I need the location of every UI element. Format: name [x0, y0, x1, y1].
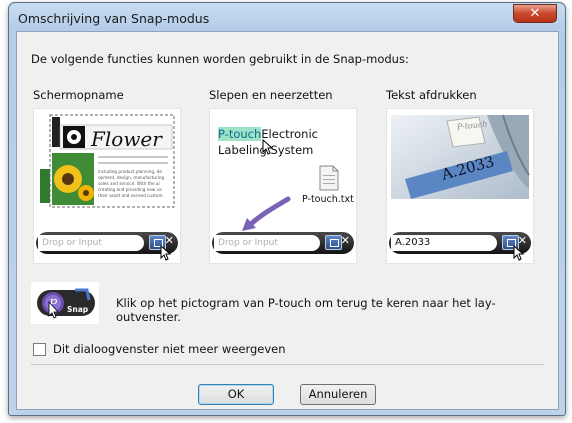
close-icon: ✕ — [529, 6, 541, 21]
close-icon[interactable]: ✕ — [341, 234, 350, 247]
dont-show-again-row[interactable]: Dit dialoogvenster niet meer weergeven — [33, 342, 286, 356]
snap-mode-icon: P Snap — [31, 282, 99, 324]
snap-label: Snap — [67, 305, 89, 314]
drag-arrow-icon — [242, 196, 291, 231]
cursor-icon — [262, 139, 274, 155]
highlighted-text: P-touch — [218, 127, 262, 141]
title-bar[interactable]: Omschrijving van Snap-modus ✕ — [9, 3, 565, 31]
drop-input-field[interactable]: Drop or Input — [38, 235, 144, 251]
intro-text: De volgende functies kunnen worden gebru… — [31, 52, 409, 66]
feature-caption-drag-drop: Slepen en neerzetten — [209, 88, 333, 102]
drop-input-field[interactable]: Drop or Input — [214, 235, 320, 251]
feature-caption-print-text: Tekst afdrukken — [386, 88, 477, 102]
ok-button[interactable]: OK — [198, 384, 274, 405]
drop-input-field[interactable]: A.2033 — [391, 235, 497, 251]
window-title: Omschrijving van Snap-modus — [18, 11, 210, 26]
snap-icon-graphic: P — [31, 282, 99, 324]
dialog-content: De volgende functies kunnen worden gebru… — [16, 31, 559, 410]
drop-bar: A.2033 ✕ — [389, 232, 531, 254]
screen-capture-body-text: including product planning, de opment, d… — [98, 169, 176, 199]
cursor-icon — [513, 245, 525, 261]
drop-bar: Drop or Input ✕ — [212, 232, 354, 254]
feature-panel-print-text: P-touch A.2033 A.2033 ✕ — [386, 108, 534, 264]
dont-show-again-label: Dit dialoogvenster niet meer weergeven — [53, 342, 286, 356]
drop-bar: Drop or Input ✕ — [36, 232, 178, 254]
feature-panel-screen-capture: Flower including product planning, de op… — [33, 108, 181, 264]
dialog-window: Omschrijving van Snap-modus ✕ De volgend… — [8, 2, 566, 416]
separator — [31, 364, 544, 365]
close-button[interactable]: ✕ — [513, 4, 557, 23]
snap-help-text: Klik op het pictogram van P-touch om ter… — [116, 296, 496, 324]
cancel-button[interactable]: Annuleren — [300, 384, 376, 405]
feature-panel-drag-drop: P-touchElectronic Labeling System P-touc… — [209, 108, 357, 264]
cursor-icon — [160, 245, 172, 261]
file-name: P-touch.txt — [302, 194, 354, 205]
screen-capture-heading: Flower — [91, 127, 162, 151]
ptouch-icon[interactable] — [325, 235, 342, 250]
text-file-icon — [319, 165, 339, 191]
body-line: their asset and exceed custom — [98, 193, 163, 198]
dont-show-again-checkbox[interactable] — [33, 342, 46, 356]
feature-caption-screen-capture: Schermopname — [33, 88, 124, 102]
